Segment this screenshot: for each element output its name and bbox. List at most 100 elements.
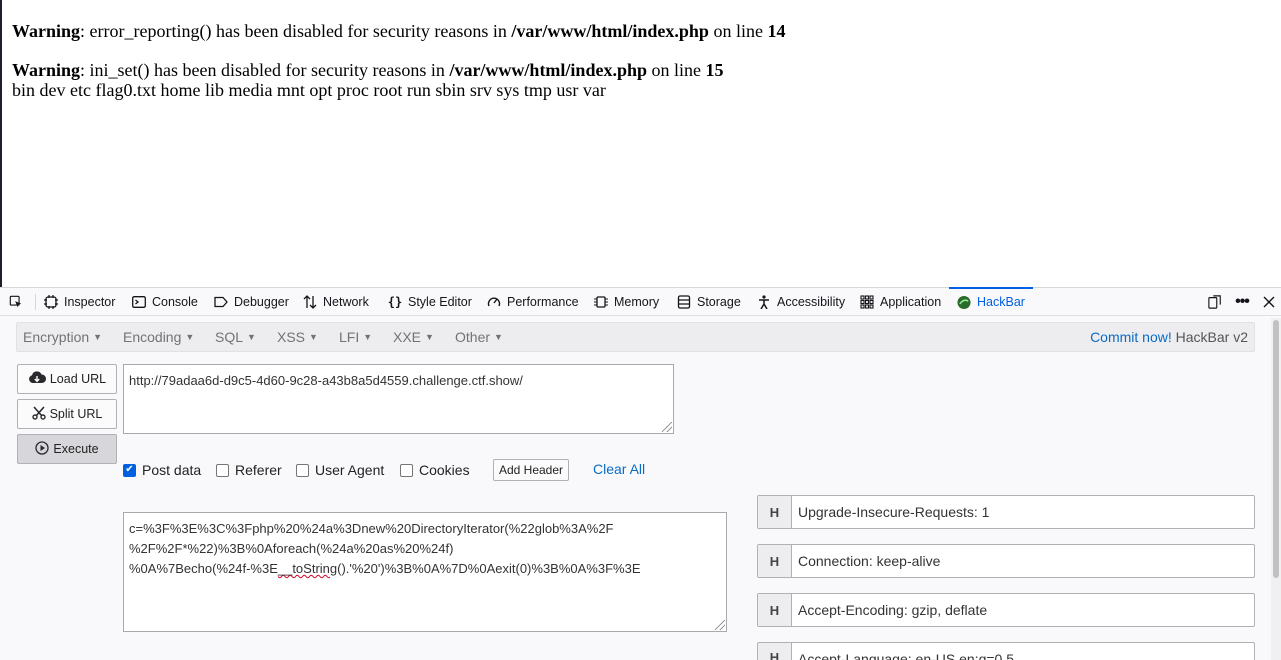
user-agent-option[interactable]: User Agent bbox=[296, 461, 384, 479]
commit-link[interactable]: Commit now! bbox=[1090, 329, 1172, 345]
tab-label: Network bbox=[323, 295, 369, 309]
warning-label: Warning bbox=[12, 21, 81, 41]
clear-all-link[interactable]: Clear All bbox=[593, 461, 645, 477]
execute-button[interactable]: Execute bbox=[17, 434, 117, 464]
scissors-icon bbox=[31, 405, 46, 423]
warning-file: /var/www/html/index.php bbox=[511, 21, 709, 41]
header-marker[interactable]: H bbox=[758, 594, 792, 626]
resize-grip-icon[interactable] bbox=[662, 422, 672, 432]
option-label: User Agent bbox=[315, 462, 385, 478]
hackbar-version: HackBar v2 bbox=[1175, 329, 1248, 345]
url-textarea[interactable]: http://79adaa6d-d9c5-4d60-9c28-a43b8a5d4… bbox=[123, 364, 674, 434]
header-row[interactable]: H Accept-Language: en-US,en;q=0.5 bbox=[757, 642, 1255, 660]
tab-network[interactable]: Network bbox=[303, 288, 369, 316]
hackbar-icon bbox=[957, 295, 971, 309]
tab-label: Accessibility bbox=[777, 295, 846, 309]
menu-xss[interactable]: XSS ▼ bbox=[277, 329, 318, 345]
storage-icon bbox=[677, 295, 691, 309]
header-row[interactable]: H Upgrade-Insecure-Requests: 1 bbox=[757, 495, 1255, 529]
tab-inspector[interactable]: Inspector bbox=[44, 288, 115, 316]
checkbox[interactable] bbox=[296, 463, 309, 477]
play-icon bbox=[35, 440, 50, 458]
checkbox[interactable] bbox=[216, 463, 229, 477]
cloud-download-icon bbox=[28, 370, 46, 388]
tab-hackbar[interactable]: HackBar bbox=[949, 287, 1033, 316]
more-icon: ••• bbox=[1235, 293, 1250, 310]
accessibility-icon bbox=[757, 295, 771, 309]
menu-encoding[interactable]: Encoding ▼ bbox=[123, 329, 194, 345]
tab-label: Application bbox=[880, 295, 942, 309]
option-label: Post data bbox=[142, 462, 202, 478]
resize-grip-icon[interactable] bbox=[715, 620, 725, 630]
responsive-design-button[interactable] bbox=[1208, 288, 1222, 316]
header-marker[interactable]: H bbox=[758, 496, 792, 528]
tab-label: Storage bbox=[697, 295, 741, 309]
tab-style-editor[interactable]: {} Style Editor bbox=[388, 288, 472, 316]
post-data-textarea[interactable]: c=%3F%3E%3C%3Fphp%20%24a%3Dnew%20Directo… bbox=[123, 512, 727, 632]
menu-xxe[interactable]: XXE ▼ bbox=[393, 329, 434, 345]
warning-file: /var/www/html/index.php bbox=[449, 60, 647, 80]
devtools-panel: Inspector Console Debugger Network {} St… bbox=[0, 287, 1281, 660]
tab-label: Memory bbox=[614, 295, 660, 309]
close-devtools-button[interactable] bbox=[1262, 288, 1276, 316]
tab-label: Style Editor bbox=[408, 295, 472, 309]
header-value[interactable]: Upgrade-Insecure-Requests: 1 bbox=[792, 496, 989, 528]
inspector-icon bbox=[44, 295, 58, 309]
commit-banner: Commit now! HackBar v2 bbox=[1090, 329, 1248, 345]
referer-option[interactable]: Referer bbox=[216, 461, 282, 479]
tab-memory[interactable]: Memory bbox=[594, 288, 659, 316]
tab-label: Console bbox=[152, 295, 198, 309]
style-editor-icon: {} bbox=[387, 295, 403, 309]
header-value[interactable]: Accept-Encoding: gzip, deflate bbox=[792, 594, 987, 626]
tab-storage[interactable]: Storage bbox=[677, 288, 741, 316]
tab-performance[interactable]: Performance bbox=[487, 288, 579, 316]
pick-element-button[interactable] bbox=[9, 288, 23, 316]
checkbox[interactable] bbox=[400, 463, 413, 477]
tab-console[interactable]: Console bbox=[132, 288, 198, 316]
tab-accessibility[interactable]: Accessibility bbox=[757, 288, 845, 316]
warning-text: on line bbox=[646, 60, 706, 80]
chevron-down-icon: ▼ bbox=[363, 332, 373, 342]
application-icon bbox=[860, 295, 874, 309]
header-marker[interactable]: H bbox=[758, 545, 792, 577]
menu-sql[interactable]: SQL ▼ bbox=[215, 329, 256, 345]
post-line: %0A%7Becho(%24f-%3E__toString().'%20')%3… bbox=[129, 561, 641, 576]
scrollbar-thumb[interactable] bbox=[1273, 320, 1279, 578]
header-row[interactable]: H Accept-Encoding: gzip, deflate bbox=[757, 593, 1255, 627]
checkmark-icon[interactable]: ✔ bbox=[123, 463, 136, 477]
header-marker[interactable]: H bbox=[758, 643, 792, 660]
load-url-button[interactable]: Load URL bbox=[17, 364, 117, 394]
header-row[interactable]: H Connection: keep-alive bbox=[757, 544, 1255, 578]
more-options-button[interactable]: ••• bbox=[1235, 288, 1250, 316]
split-url-button[interactable]: Split URL bbox=[17, 399, 117, 429]
chevron-down-icon: ▼ bbox=[309, 332, 318, 342]
chevron-down-icon: ▼ bbox=[247, 332, 256, 342]
tab-application[interactable]: Application bbox=[860, 288, 941, 316]
tab-label: Performance bbox=[507, 295, 579, 309]
post-line: c=%3F%3E%3C%3Fphp%20%24a%3Dnew%20Directo… bbox=[129, 521, 614, 536]
menu-encryption[interactable]: Encryption ▼ bbox=[23, 329, 102, 345]
memory-icon bbox=[594, 295, 608, 309]
console-icon bbox=[132, 295, 146, 309]
warning-text: : ini_set() has been disabled for securi… bbox=[80, 60, 450, 80]
php-warning: Warning: ini_set() has been disabled for… bbox=[12, 60, 723, 81]
warning-line: 14 bbox=[767, 21, 786, 41]
chevron-down-icon: ▼ bbox=[93, 332, 103, 342]
menu-other[interactable]: Other ▼ bbox=[455, 329, 503, 345]
pick-element-icon bbox=[9, 295, 23, 309]
chevron-down-icon: ▼ bbox=[425, 332, 434, 342]
url-value: http://79adaa6d-d9c5-4d60-9c28-a43b8a5d4… bbox=[129, 373, 523, 388]
responsive-icon bbox=[1208, 295, 1222, 309]
add-header-button[interactable]: Add Header bbox=[493, 459, 569, 481]
post-data-option[interactable]: ✔ Post data bbox=[123, 461, 201, 479]
warning-line: 15 bbox=[705, 60, 724, 80]
scrollbar[interactable] bbox=[1271, 318, 1281, 660]
header-value[interactable]: Accept-Language: en-US,en;q=0.5 bbox=[792, 643, 1014, 660]
menu-lfi[interactable]: LFI ▼ bbox=[339, 329, 372, 345]
cookies-option[interactable]: Cookies bbox=[400, 461, 470, 479]
chevron-down-icon: ▼ bbox=[185, 332, 195, 342]
page-content: Warning: error_reporting() has been disa… bbox=[0, 0, 1281, 287]
option-label: Referer bbox=[235, 462, 282, 478]
header-value[interactable]: Connection: keep-alive bbox=[792, 545, 940, 577]
tab-debugger[interactable]: Debugger bbox=[214, 288, 289, 316]
